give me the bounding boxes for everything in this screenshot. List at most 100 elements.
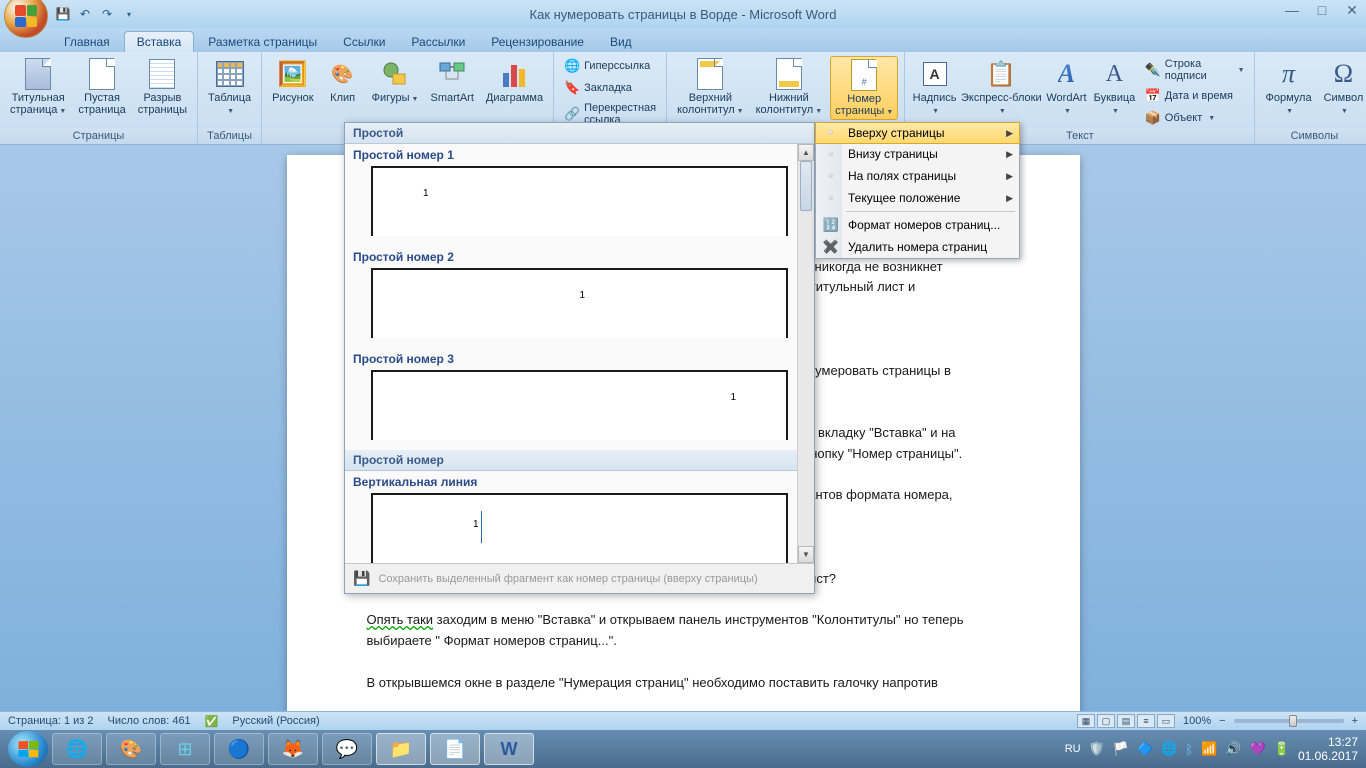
remove-icon: ✖️ (820, 238, 842, 256)
equation-button[interactable]: πФормула▼ (1261, 56, 1315, 118)
tab-insert[interactable]: Вставка (124, 31, 195, 52)
page-margins-icon: ▫️ (820, 167, 842, 185)
shapes-label: Фигуры (372, 92, 410, 104)
taskbar-firefox[interactable]: 🦊 (268, 733, 318, 765)
redo-icon[interactable]: ↷ (98, 5, 116, 23)
textbox-button[interactable]: AНадпись▼ (911, 56, 958, 118)
taskbar-word[interactable]: W (484, 733, 534, 765)
tab-page-layout[interactable]: Разметка страницы (196, 32, 329, 52)
taskbar-chrome[interactable]: 🌐 (52, 733, 102, 765)
scroll-thumb[interactable] (800, 161, 812, 211)
object-icon: 📦 (1145, 110, 1161, 126)
gallery-item-vertical-line[interactable]: 1 (371, 493, 788, 563)
qat-customize-icon[interactable]: ▾ (120, 5, 138, 23)
footer-button[interactable]: Нижний колонтитул▼ (752, 56, 827, 118)
menu-current-position[interactable]: ▫️Текущее положение▶ (816, 187, 1019, 209)
menu-page-margins[interactable]: ▫️На полях страницы▶ (816, 165, 1019, 187)
taskbar-notepad[interactable]: 📄 (430, 733, 480, 765)
taskbar-paint[interactable]: 🎨 (106, 733, 156, 765)
view-full-screen[interactable]: ▢ (1097, 714, 1115, 728)
tray-date: 01.06.2017 (1298, 749, 1358, 763)
header-button[interactable]: Верхний колонтитул▼ (673, 56, 748, 118)
group-pages-label: Страницы (0, 128, 197, 144)
tray-network-icon[interactable]: 📶 (1201, 741, 1217, 757)
zoom-in-button[interactable]: + (1352, 715, 1358, 727)
quickparts-icon: 📋 (985, 58, 1017, 90)
start-button[interactable] (8, 731, 48, 767)
tab-view[interactable]: Вид (598, 32, 644, 52)
tray-app-icon[interactable]: 🔷 (1137, 741, 1153, 757)
view-web-layout[interactable]: ▤ (1117, 714, 1135, 728)
zoom-slider[interactable] (1234, 719, 1344, 723)
tray-bluetooth-icon[interactable]: ᛒ (1185, 742, 1193, 757)
page-break-button[interactable]: Разрыв страницы (134, 56, 191, 118)
zoom-out-button[interactable]: − (1219, 715, 1225, 727)
table-button[interactable]: Таблица▼ (204, 56, 255, 118)
menu-remove-page-numbers[interactable]: ✖️Удалить номера страниц (816, 236, 1019, 258)
tray-language[interactable]: RU (1065, 743, 1081, 755)
tray-flag-icon[interactable]: 🏳️ (1113, 741, 1129, 757)
tab-mailings[interactable]: Рассылки (399, 32, 477, 52)
tray-shield-icon[interactable]: 🛡️ (1089, 741, 1105, 757)
gallery-save-selection[interactable]: 💾 Сохранить выделенный фрагмент как номе… (345, 563, 814, 593)
tray-viber-icon[interactable]: 💜 (1250, 741, 1266, 757)
undo-icon[interactable]: ↶ (76, 5, 94, 23)
bookmark-icon: 🔖 (564, 80, 580, 96)
equation-label: Формула (1265, 92, 1311, 104)
scroll-down-icon[interactable]: ▼ (798, 546, 814, 563)
taskbar-viber[interactable]: 💬 (322, 733, 372, 765)
menu-bottom-of-page[interactable]: ▫️Внизу страницы▶ (816, 143, 1019, 165)
save-icon[interactable]: 💾 (54, 5, 72, 23)
dropcap-button[interactable]: AБуквица▼ (1092, 56, 1137, 118)
gallery-item-simple-1[interactable]: 1 (371, 166, 788, 236)
smartart-button[interactable]: SmartArt (426, 56, 477, 106)
shapes-button[interactable]: Фигуры▼ (368, 56, 423, 106)
blank-page-button[interactable]: Пустая страница (74, 56, 129, 118)
page-number-button[interactable]: #Номер страницы▼ (830, 56, 898, 120)
symbol-button[interactable]: ΩСимвол▼ (1320, 56, 1366, 118)
proofing-icon[interactable]: ✅ (205, 715, 219, 728)
smartart-icon (436, 58, 468, 90)
title-bar: 💾 ↶ ↷ ▾ Как нумеровать страницы в Ворде … (0, 0, 1366, 28)
status-page[interactable]: Страница: 1 из 2 (8, 715, 94, 727)
menu-top-of-page[interactable]: ▫️Вверху страницы▶ (815, 122, 1020, 144)
quickparts-button[interactable]: 📋Экспресс-блоки▼ (962, 56, 1041, 118)
picture-button[interactable]: 🖼️Рисунок (268, 56, 318, 106)
view-draft[interactable]: ▭ (1157, 714, 1175, 728)
signature-line-button[interactable]: ✒️Строка подписи▼ (1141, 56, 1249, 84)
globe-icon: 🌐 (564, 58, 580, 74)
tray-clock[interactable]: 13:27 01.06.2017 (1298, 735, 1358, 764)
scroll-up-icon[interactable]: ▲ (798, 144, 814, 161)
cover-page-button[interactable]: Титульная страница▼ (6, 56, 70, 118)
tab-review[interactable]: Рецензирование (479, 32, 596, 52)
close-button[interactable]: ✕ (1342, 2, 1362, 19)
clip-button[interactable]: 🎨Клип (322, 56, 364, 106)
object-button[interactable]: 📦Объект▼ (1141, 108, 1249, 128)
smartart-label: SmartArt (430, 92, 473, 104)
status-language[interactable]: Русский (Россия) (232, 715, 319, 727)
zoom-level[interactable]: 100% (1183, 715, 1211, 727)
taskbar-app2[interactable]: 🔵 (214, 733, 264, 765)
menu-format-page-numbers[interactable]: 🔢Формат номеров страниц... (816, 214, 1019, 236)
minimize-button[interactable]: — (1282, 2, 1302, 19)
datetime-button[interactable]: 📅Дата и время (1141, 86, 1249, 106)
gallery-item-simple-2[interactable]: 1 (371, 268, 788, 338)
wordart-button[interactable]: AWordArt▼ (1045, 56, 1088, 118)
maximize-button[interactable]: □ (1312, 2, 1332, 19)
taskbar-app1[interactable]: ⊞ (160, 733, 210, 765)
status-word-count[interactable]: Число слов: 461 (108, 715, 191, 727)
tab-references[interactable]: Ссылки (331, 32, 397, 52)
gallery-scrollbar[interactable]: ▲ ▼ (797, 144, 814, 563)
tray-power-icon[interactable]: 🔋 (1274, 741, 1290, 757)
gallery-item-simple-3[interactable]: 1 (371, 370, 788, 440)
tray-chrome-icon[interactable]: 🌐 (1161, 741, 1177, 757)
hyperlink-button[interactable]: 🌐Гиперссылка (560, 56, 660, 76)
tab-home[interactable]: Главная (52, 32, 122, 52)
taskbar-explorer[interactable]: 📁 (376, 733, 426, 765)
view-print-layout[interactable]: ▦ (1077, 714, 1095, 728)
view-outline[interactable]: ≡ (1137, 714, 1155, 728)
tray-volume-icon[interactable]: 🔊 (1225, 741, 1241, 757)
chart-button[interactable]: Диаграмма (482, 56, 547, 106)
doc-text: пронумеровать страницы в (787, 361, 1000, 382)
bookmark-button[interactable]: 🔖Закладка (560, 78, 660, 98)
